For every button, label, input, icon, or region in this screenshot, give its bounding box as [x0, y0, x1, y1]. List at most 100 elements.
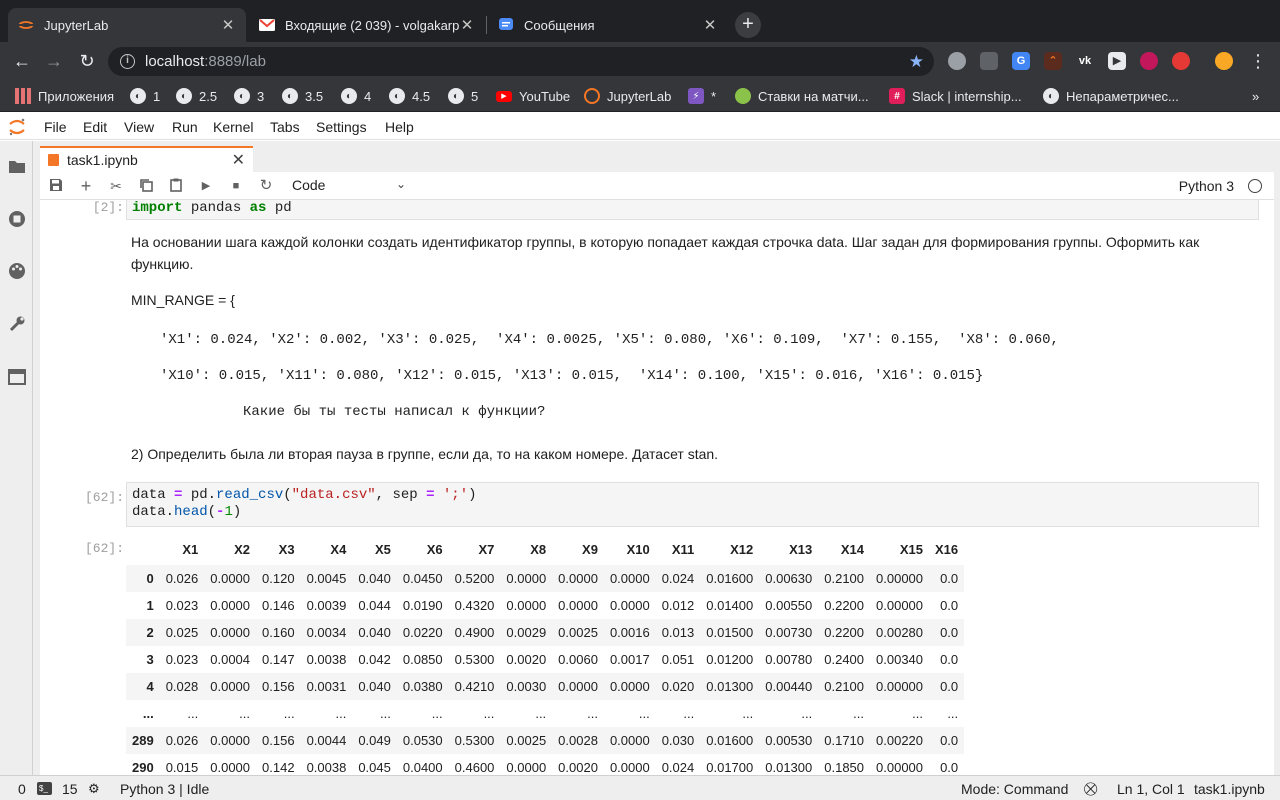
adblock-extension-icon[interactable]: [1172, 52, 1190, 70]
paw-extension-icon[interactable]: [980, 52, 998, 70]
globe-extension-icon[interactable]: [948, 52, 966, 70]
browser-tab-jupyterlab[interactable]: JupyterLab ✕: [8, 8, 246, 42]
close-icon[interactable]: ✕: [459, 16, 475, 34]
notebook-doc-tab[interactable]: task1.ipynb ✕: [40, 146, 253, 172]
status-kernel-state[interactable]: Python 3 | Idle: [120, 781, 209, 797]
chevron-down-icon[interactable]: ⌄: [396, 177, 406, 191]
table-cell: 0.0000: [558, 598, 598, 613]
close-icon[interactable]: ✕: [232, 150, 245, 170]
bookmark-slack[interactable]: # Slack | internship...: [889, 87, 1022, 105]
table-cell: 0.024: [661, 760, 695, 775]
bookmark-4-5[interactable]: ◐ 4.5: [389, 87, 430, 105]
palette-icon[interactable]: [7, 261, 27, 281]
add-cell-icon[interactable]: +: [78, 177, 94, 195]
code-text: pandas: [182, 200, 250, 216]
kernel-name[interactable]: Python 3: [1179, 178, 1234, 194]
wrench-icon[interactable]: [7, 314, 27, 334]
close-icon[interactable]: ✕: [702, 16, 718, 34]
vk-extension-icon[interactable]: vk: [1076, 52, 1094, 70]
table-cell: 0.0000: [210, 625, 251, 640]
bookmark-star-icon[interactable]: ★: [909, 52, 924, 72]
restart-icon[interactable]: ↻: [258, 178, 274, 194]
menu-view[interactable]: View: [124, 119, 154, 135]
tabs-icon[interactable]: [7, 367, 27, 387]
kernel-status-icon: [1248, 179, 1262, 193]
bookmark-youtube[interactable]: ▶ YouTube: [496, 87, 570, 105]
save-icon[interactable]: [48, 178, 64, 194]
menu-help[interactable]: Help: [385, 119, 414, 135]
status-count-terminals[interactable]: 0: [18, 781, 26, 797]
new-tab-button[interactable]: +: [735, 12, 761, 38]
browser-tab-gmail[interactable]: Входящие (2 039) - volgakarp ✕: [249, 8, 485, 42]
info-icon[interactable]: i: [120, 54, 135, 69]
table-cell: 0.00550: [765, 598, 813, 613]
table-row: 289 0.026 0.0000 0.156 0.0044 0.049 0.0530 0.53…: [126, 727, 965, 754]
status-mode: Mode: Command: [961, 781, 1069, 797]
code-cell-import[interactable]: import pandas as pd: [126, 200, 1259, 220]
bookmark-apps[interactable]: Приложения: [15, 87, 114, 105]
menu-tabs[interactable]: Tabs: [270, 119, 300, 135]
translate-extension-icon[interactable]: G: [1012, 52, 1030, 70]
bookmarks-overflow[interactable]: »: [1252, 87, 1259, 105]
table-cell: 0.0: [940, 598, 959, 613]
close-icon[interactable]: ✕: [220, 16, 236, 34]
reload-icon[interactable]: ↻: [75, 50, 99, 74]
bookmark-3[interactable]: ◐ 3: [234, 87, 264, 105]
bookmark-stavki[interactable]: Ставки на матчи...: [735, 87, 869, 105]
status-count-kernels[interactable]: 15: [62, 781, 78, 797]
address-bar[interactable]: i localhost:8889/lab ★: [108, 47, 934, 76]
row-index: 3: [146, 652, 154, 667]
bookmark-3-5[interactable]: ◐ 3.5: [282, 87, 323, 105]
terminal-icon: $_: [37, 782, 52, 795]
back-arrow-icon[interactable]: ←: [10, 50, 34, 74]
running-stop-icon[interactable]: [7, 209, 27, 229]
stop-icon[interactable]: ■: [228, 178, 244, 194]
table-cell: 0.00530: [765, 733, 813, 748]
menu-kernel[interactable]: Kernel: [213, 119, 253, 135]
bookmark-2-5[interactable]: ◐ 2.5: [176, 87, 217, 105]
menu-edit[interactable]: Edit: [83, 119, 107, 135]
copy-icon[interactable]: [138, 178, 154, 194]
menu-run[interactable]: Run: [172, 119, 198, 135]
table-cell: 0.0000: [609, 598, 650, 613]
status-cursor-position[interactable]: Ln 1, Col 1: [1117, 781, 1185, 797]
index-header: [126, 533, 160, 565]
table-cell: ...: [535, 706, 547, 721]
browser-tab-messages[interactable]: Сообщения ✕: [488, 8, 728, 42]
code-cell-read-csv[interactable]: data = pd.read_csv("data.csv", sep = ';'…: [126, 482, 1259, 527]
table-cell: 0.1850: [824, 760, 865, 775]
folder-icon[interactable]: [7, 157, 27, 177]
code-function: read_csv: [216, 487, 284, 503]
table-cell: 0.01400: [706, 598, 754, 613]
bookmark-star[interactable]: ⚡ *: [688, 87, 716, 105]
paste-icon[interactable]: [168, 178, 184, 194]
browser-tab-title: Входящие (2 039) - volgakarp: [285, 17, 459, 33]
bookmark-1[interactable]: ◐ 1: [130, 87, 160, 105]
jupyter-icon: [18, 17, 34, 33]
table-cell: 0.0: [940, 679, 959, 694]
table-cell: 0.01300: [765, 760, 813, 775]
forward-arrow-icon[interactable]: →: [42, 50, 66, 74]
menu-settings[interactable]: Settings: [316, 119, 367, 135]
arrows-extension-icon[interactable]: ⌃: [1044, 52, 1062, 70]
cell-prompt: [62]:: [84, 490, 124, 505]
globe-icon: ◐: [341, 88, 357, 104]
profile-avatar[interactable]: [1215, 52, 1233, 70]
bookmark-label: 4.5: [412, 88, 431, 104]
table-cell: 0.0029: [506, 625, 547, 640]
moon-extension-icon[interactable]: [1140, 52, 1158, 70]
bookmark-4[interactable]: ◐ 4: [341, 87, 371, 105]
cut-icon[interactable]: ✂: [108, 178, 124, 194]
table-row: 3 0.023 0.0004 0.147 0.0038 0.042 0.0850 0.5300…: [126, 646, 964, 673]
bookmark-label: 3.5: [305, 88, 324, 104]
cell-type-select[interactable]: Code: [292, 177, 325, 193]
bug-icon[interactable]: ⛒: [1084, 781, 1097, 797]
bookmark-5[interactable]: ◐ 5: [448, 87, 478, 105]
run-icon[interactable]: ▶: [198, 178, 214, 194]
browser-menu-icon[interactable]: ⋮: [1246, 50, 1270, 74]
bookmark-neparam[interactable]: ◐ Непараметричес...: [1043, 87, 1179, 105]
menu-file[interactable]: File: [44, 119, 67, 135]
youtube-extension-icon[interactable]: ▶: [1108, 52, 1126, 70]
bookmark-jupyterlab[interactable]: JupyterLab: [584, 87, 671, 105]
table-cell: 0.025: [165, 625, 199, 640]
